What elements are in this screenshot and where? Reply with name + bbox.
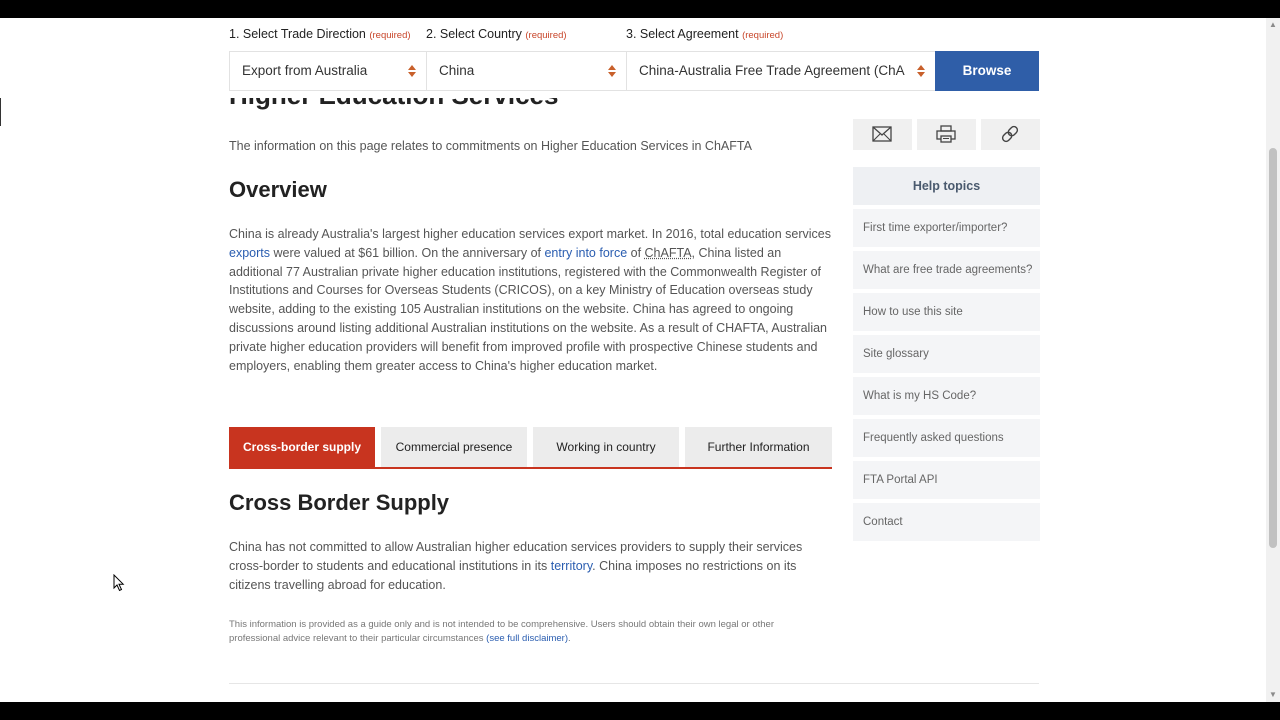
- select-caret-icon: [917, 64, 925, 78]
- help-item-free-trade-agreements[interactable]: What are free trade agreements?: [853, 251, 1040, 289]
- help-item-site-glossary[interactable]: Site glossary: [853, 335, 1040, 373]
- agreement-select[interactable]: China-Australia Free Trade Agreement (Ch…: [626, 51, 936, 91]
- trade-selector-bar: 1. Select Trade Direction (required) 2. …: [0, 18, 1266, 98]
- country-value: China: [439, 63, 475, 78]
- overview-text-4: , China listed an additional 77 Australi…: [229, 245, 827, 373]
- exports-link[interactable]: exports: [229, 246, 270, 260]
- help-item-how-to-use[interactable]: How to use this site: [853, 293, 1040, 331]
- trade-direction-label-text: 1. Select Trade Direction: [229, 27, 366, 41]
- email-icon: [872, 126, 892, 142]
- agreement-label: 3. Select Agreement (required): [626, 27, 783, 41]
- trade-direction-value: Export from Australia: [242, 63, 368, 78]
- help-item-hs-code[interactable]: What is my HS Code?: [853, 377, 1040, 415]
- print-icon: [936, 125, 956, 143]
- help-item-contact[interactable]: Contact: [853, 503, 1040, 541]
- copy-link-button[interactable]: [981, 119, 1040, 150]
- cross-border-supply-heading: Cross Border Supply: [229, 490, 450, 515]
- country-label: 2. Select Country (required): [426, 27, 567, 41]
- help-item-first-time-exporter[interactable]: First time exporter/importer?: [853, 209, 1040, 247]
- required-marker: (required): [525, 30, 567, 41]
- overview-paragraph: China is already Australia's largest hig…: [229, 225, 834, 375]
- agreement-label-text: 3. Select Agreement: [626, 27, 739, 41]
- entry-into-force-link[interactable]: entry into force: [544, 246, 627, 260]
- tab-further-information[interactable]: Further Information: [685, 427, 832, 467]
- vertical-scrollbar[interactable]: ▲ ▼: [1266, 18, 1280, 702]
- select-caret-icon: [608, 64, 616, 78]
- tab-commercial-presence[interactable]: Commercial presence: [381, 427, 527, 467]
- help-topics-title: Help topics: [853, 167, 1040, 205]
- chafta-abbreviation[interactable]: ChAFTA: [645, 246, 692, 260]
- print-button[interactable]: [917, 119, 976, 150]
- browser-viewport: Higher Education Services The informatio…: [0, 18, 1280, 702]
- service-tabs: Cross-border supply Commercial presence …: [229, 427, 832, 469]
- required-marker: (required): [742, 30, 784, 41]
- disclaimer-end: .: [567, 633, 571, 644]
- overview-text-3: of: [627, 245, 645, 260]
- link-icon: [1001, 125, 1019, 143]
- overview-text-2: were valued at $61 billion. On the anniv…: [270, 245, 545, 260]
- scroll-down-arrow-icon[interactable]: ▼: [1266, 688, 1280, 702]
- help-topics-panel: Help topics First time exporter/importer…: [853, 167, 1040, 541]
- country-select[interactable]: China: [426, 51, 627, 91]
- browse-button[interactable]: Browse: [935, 51, 1039, 91]
- trade-direction-label: 1. Select Trade Direction (required): [229, 27, 411, 41]
- help-item-fta-portal-api[interactable]: FTA Portal API: [853, 461, 1040, 499]
- help-item-faq[interactable]: Frequently asked questions: [853, 419, 1040, 457]
- scroll-up-arrow-icon[interactable]: ▲: [1266, 18, 1280, 32]
- tab-cross-border-supply[interactable]: Cross-border supply: [229, 427, 375, 467]
- agreement-value: China-Australia Free Trade Agreement (Ch…: [639, 63, 905, 78]
- country-label-text: 2. Select Country: [426, 27, 522, 41]
- required-marker: (required): [369, 30, 411, 41]
- footer-divider: [229, 683, 1039, 684]
- mouse-cursor-icon: [113, 574, 125, 592]
- full-disclaimer-link[interactable]: (see full disclaimer): [486, 633, 568, 644]
- select-caret-icon: [408, 64, 416, 78]
- share-toolbar: [853, 119, 1040, 150]
- trade-direction-select[interactable]: Export from Australia: [229, 51, 427, 91]
- disclaimer: This information is provided as a guide …: [229, 618, 799, 646]
- overview-heading: Overview: [229, 177, 327, 202]
- overview-text-1: China is already Australia's largest hig…: [229, 227, 832, 241]
- intro-text: The information on this page relates to …: [229, 139, 752, 153]
- scrollbar-thumb[interactable]: [1269, 148, 1277, 548]
- tab-working-in-country[interactable]: Working in country: [533, 427, 679, 467]
- email-share-button[interactable]: [853, 119, 912, 150]
- territory-link[interactable]: territory: [551, 559, 592, 573]
- cross-border-supply-paragraph: China has not committed to allow Austral…: [229, 538, 834, 594]
